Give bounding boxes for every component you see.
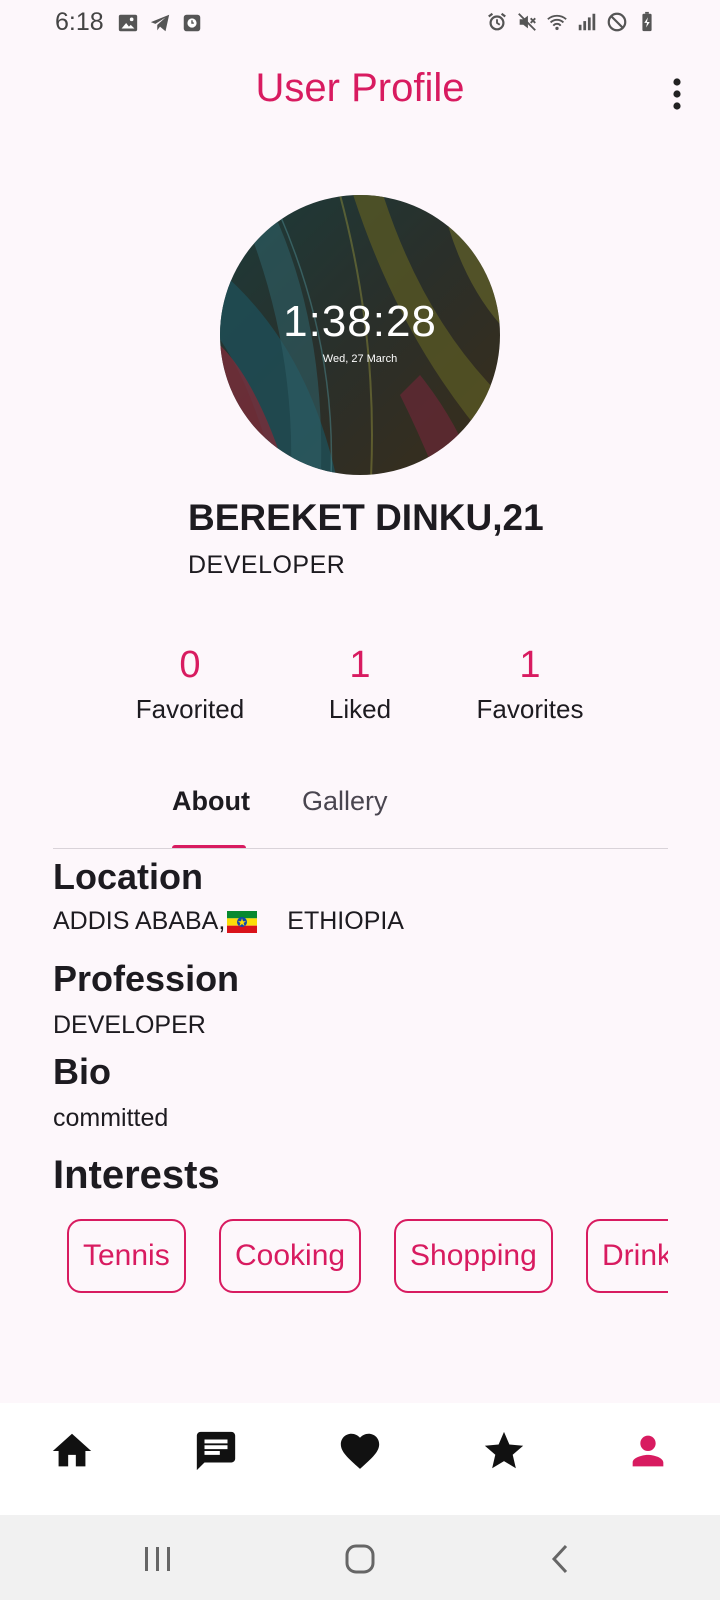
bio-title: Bio	[53, 1051, 111, 1092]
location-value: ADDIS ABABA, ETHIOPIA	[53, 907, 404, 936]
avatar[interactable]: 1:38:28 Wed, 27 March	[220, 195, 500, 475]
heart-icon	[340, 1433, 380, 1469]
home-circle-icon[interactable]	[338, 1537, 382, 1581]
alarm-icon	[488, 12, 506, 31]
interests-title: Interests	[53, 1153, 220, 1197]
stat-favorites[interactable]: 1 Favorites	[430, 642, 630, 725]
interest-chip[interactable]: Drink	[586, 1219, 668, 1293]
interest-chip[interactable]: Shopping	[394, 1219, 553, 1293]
system-navigation-bar	[0, 1515, 720, 1600]
more-vert-icon[interactable]	[660, 76, 694, 116]
gallery-icon	[118, 14, 138, 32]
nav-favorites-heart[interactable]	[330, 1421, 390, 1481]
star-icon	[484, 1431, 524, 1469]
tab-about[interactable]: About	[172, 786, 250, 817]
status-time: 6:18	[55, 8, 104, 36]
stat-label: Favorites	[476, 694, 584, 724]
nav-chat[interactable]	[186, 1421, 246, 1481]
profession-title: Profession	[53, 958, 240, 999]
interest-chip[interactable]: Tennis	[67, 1219, 186, 1293]
status-bar: 6:18	[0, 0, 720, 48]
bottom-navigation	[0, 1403, 720, 1515]
profession-value: DEVELOPER	[53, 1011, 206, 1039]
nav-home[interactable]	[42, 1421, 102, 1481]
profile-name: BEREKET DINKU,21	[188, 497, 544, 538]
back-icon[interactable]	[540, 1537, 584, 1581]
bio-value: committed	[53, 1104, 169, 1132]
mute-icon	[518, 13, 536, 31]
stat-value: 1	[519, 644, 541, 686]
nav-profile[interactable]	[618, 1421, 678, 1481]
interests-chip-list[interactable]: Tennis Cooking Shopping Drink	[53, 1219, 668, 1301]
home-icon	[52, 1433, 92, 1467]
tab-gallery[interactable]: Gallery	[302, 786, 388, 817]
profile-role: DEVELOPER	[188, 551, 346, 579]
do-not-disturb-icon	[607, 12, 627, 32]
tab-divider	[53, 848, 668, 849]
wifi-icon	[547, 14, 567, 31]
location-city: ADDIS ABABA,	[53, 907, 226, 935]
recents-icon[interactable]	[136, 1537, 180, 1581]
chat-icon	[196, 1431, 236, 1471]
signal-icon	[578, 13, 596, 31]
page-title: User Profile	[255, 66, 465, 110]
telegram-icon	[150, 14, 170, 32]
location-country: ETHIOPIA	[287, 907, 404, 935]
battery-charging-icon	[642, 11, 652, 32]
avatar-clock-text: 1:38:28	[283, 297, 437, 346]
person-icon	[632, 1435, 664, 1467]
clock-app-icon	[183, 14, 201, 32]
avatar-date-text: Wed, 27 March	[322, 353, 398, 365]
ethiopia-flag-icon	[227, 911, 258, 934]
interest-chip[interactable]: Cooking	[219, 1219, 362, 1293]
nav-star[interactable]	[474, 1421, 534, 1481]
location-title: Location	[53, 856, 203, 897]
